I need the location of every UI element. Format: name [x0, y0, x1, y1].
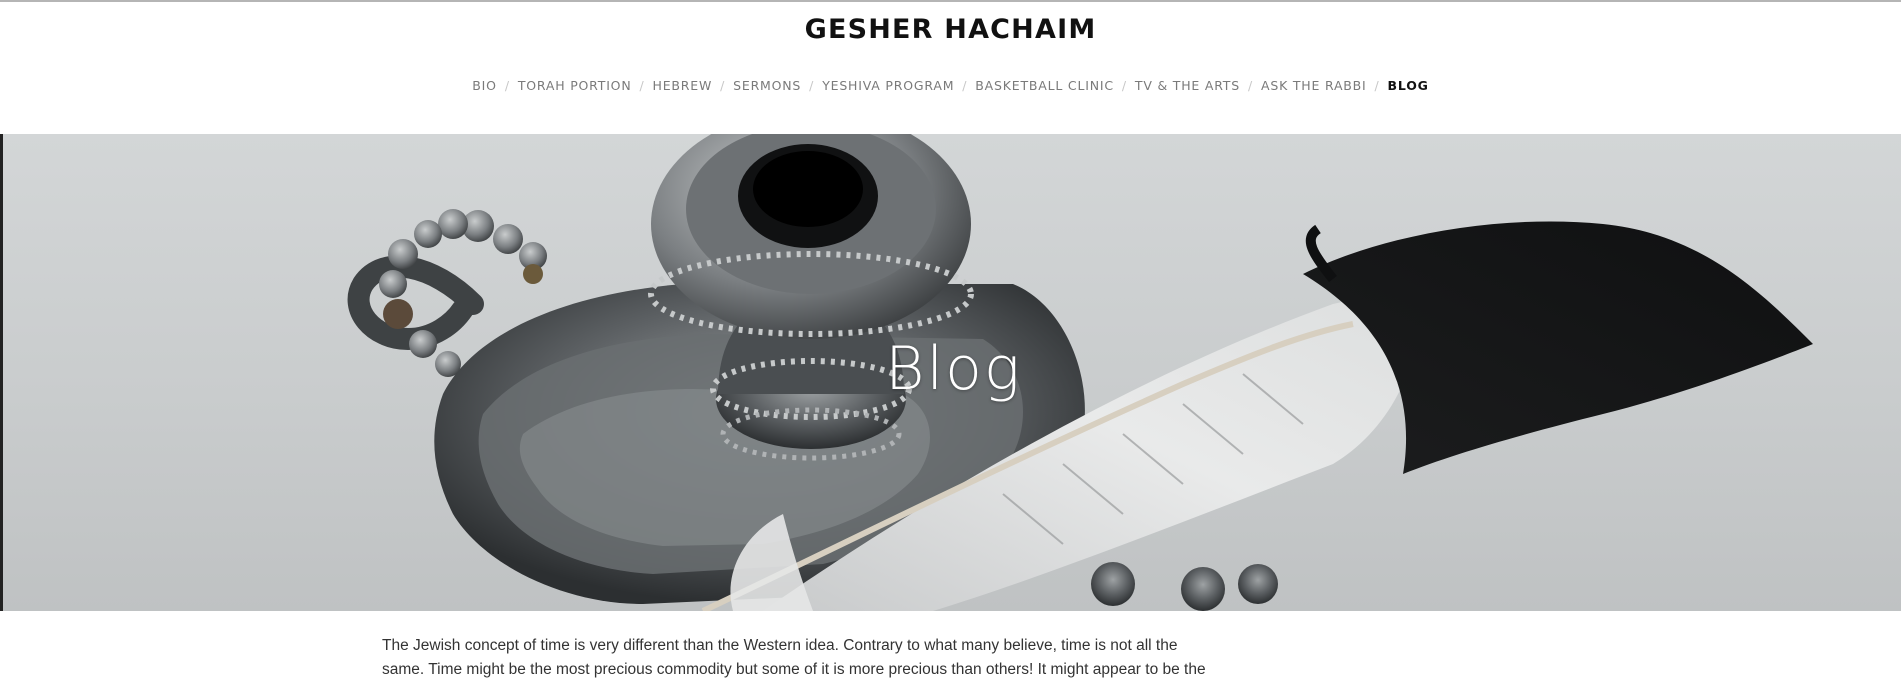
- nav-separator: /: [1374, 78, 1380, 93]
- nav-separator: /: [504, 78, 510, 93]
- nav-item-hebrew[interactable]: HEBREW: [653, 78, 713, 93]
- site-title[interactable]: GESHER HACHAIM: [0, 14, 1901, 45]
- nav-separator: /: [1247, 78, 1253, 93]
- nav-separator: /: [962, 78, 968, 93]
- nav-separator: /: [1121, 78, 1127, 93]
- nav-separator: /: [809, 78, 815, 93]
- nav-item-tv-and-the-arts[interactable]: TV & THE ARTS: [1135, 78, 1240, 93]
- nav-item-yeshiva-program[interactable]: YESHIVA PROGRAM: [822, 78, 954, 93]
- nav-item-sermons[interactable]: SERMONS: [733, 78, 801, 93]
- top-rule: [0, 0, 1901, 2]
- page: GESHER HACHAIM BIO / TORAH PORTION / HEB…: [0, 0, 1901, 694]
- nav-item-torah-portion[interactable]: TORAH PORTION: [518, 78, 632, 93]
- hero-title: Blog: [885, 334, 1022, 404]
- hero-banner: Blog: [0, 134, 1901, 611]
- main-nav: BIO / TORAH PORTION / HEBREW / SERMONS /…: [0, 78, 1901, 93]
- nav-item-basketball-clinic[interactable]: BASKETBALL CLINIC: [975, 78, 1114, 93]
- nav-item-ask-the-rabbi[interactable]: ASK THE RABBI: [1261, 78, 1367, 93]
- nav-separator: /: [720, 78, 726, 93]
- blog-intro-paragraph: The Jewish concept of time is very diffe…: [382, 637, 1206, 678]
- nav-separator: /: [639, 78, 645, 93]
- nav-item-blog[interactable]: BLOG: [1388, 78, 1429, 93]
- nav-item-bio[interactable]: BIO: [472, 78, 497, 93]
